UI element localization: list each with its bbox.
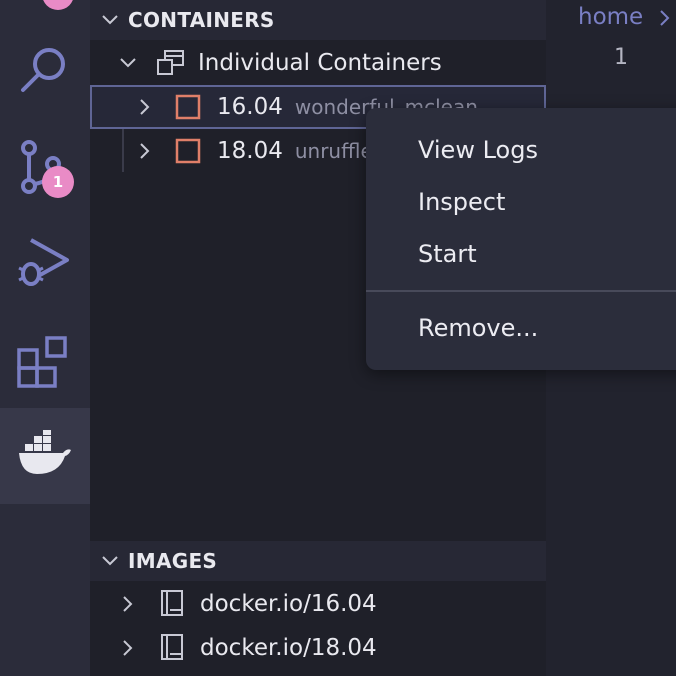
window-group-icon: [157, 50, 184, 75]
stopped-container-icon: [175, 94, 201, 120]
image-book-icon: [161, 590, 183, 616]
chevron-right-icon: [140, 99, 150, 115]
chevron-down-icon: [102, 15, 118, 25]
context-menu: View Logs Inspect Start Remove...: [366, 108, 676, 370]
menu-item-view-logs[interactable]: View Logs: [418, 136, 538, 164]
run-debug-icon: [18, 238, 69, 286]
image-label: docker.io/18.04: [200, 635, 377, 661]
breadcrumb[interactable]: home: [578, 4, 673, 30]
container-group-row[interactable]: Individual Containers: [90, 41, 546, 85]
image-row[interactable]: docker.io/18.04: [90, 626, 546, 670]
container-tag: 18.04: [217, 138, 283, 164]
extensions-icon: [17, 336, 67, 388]
activity-source-control[interactable]: 1: [0, 118, 90, 214]
chevron-right-icon: [140, 143, 150, 159]
breadcrumb-item[interactable]: home: [578, 4, 643, 30]
docker-icon: [19, 430, 71, 474]
menu-separator: [366, 290, 676, 292]
container-group-label: Individual Containers: [198, 50, 442, 76]
chevron-right-icon: [123, 596, 133, 612]
menu-item-remove[interactable]: Remove...: [418, 314, 538, 342]
menu-item-inspect[interactable]: Inspect: [418, 188, 505, 216]
search-icon: [21, 48, 65, 92]
image-row[interactable]: docker.io/16.04: [90, 582, 546, 626]
vscode-window: 1 CONTAINERS Individual Containers 16.04…: [0, 0, 676, 676]
chevron-down-icon: [102, 556, 118, 566]
line-number: 1: [614, 45, 628, 70]
images-section-header[interactable]: IMAGES: [90, 541, 546, 581]
containers-section-header[interactable]: CONTAINERS: [90, 0, 546, 40]
images-header-label: IMAGES: [128, 549, 218, 573]
stopped-container-icon: [175, 138, 201, 164]
container-tag: 16.04: [217, 94, 283, 120]
chevron-down-icon: [120, 58, 136, 68]
menu-item-start[interactable]: Start: [418, 240, 477, 268]
activity-extensions[interactable]: [0, 312, 90, 408]
containers-header-label: CONTAINERS: [128, 8, 275, 32]
top-badge-partial: [42, 0, 74, 10]
activity-search[interactable]: [0, 20, 90, 116]
source-control-badge: 1: [42, 166, 74, 198]
chevron-right-icon: [123, 640, 133, 656]
activity-bar: 1: [0, 0, 90, 676]
activity-run-debug[interactable]: [0, 216, 90, 312]
activity-docker[interactable]: [0, 408, 90, 504]
image-book-icon: [161, 634, 183, 660]
image-label: docker.io/16.04: [200, 591, 377, 617]
chevron-right-icon: [659, 9, 669, 26]
